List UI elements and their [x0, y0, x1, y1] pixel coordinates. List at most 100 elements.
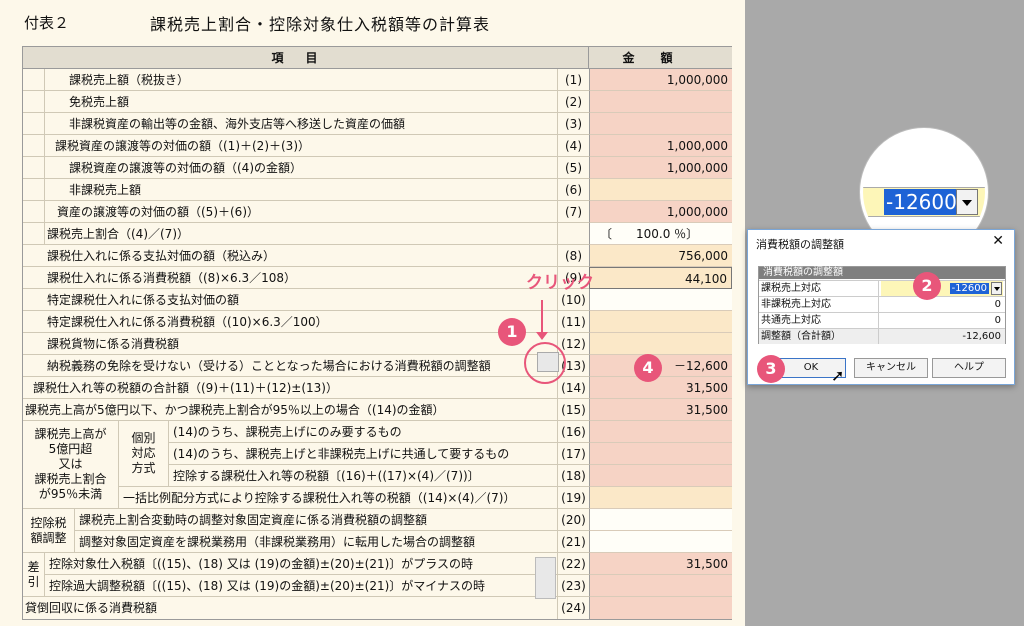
amount-cell: 1,000,000 — [589, 201, 732, 223]
click-annotation: クリック — [526, 273, 594, 293]
chevron-down-icon[interactable] — [991, 282, 1002, 295]
amount-cell[interactable] — [589, 443, 732, 465]
row-label: 一括比例配分方式により控除する課税仕入れ等の税額（(14)×(4)／(7)） — [123, 491, 516, 505]
amount-cell[interactable]: 756,000 — [589, 245, 732, 267]
amount-cell[interactable] — [589, 333, 732, 355]
page-label: 付表２ — [24, 14, 70, 32]
ratio-cell: 〔 100.0 ％〕 — [589, 223, 732, 245]
amount-cell[interactable] — [589, 531, 732, 553]
table-row: 非課税資産の輸出等の金額、海外支店等へ移送した資産の価額 (3) — [23, 113, 589, 135]
adjustment-dialog: 消費税額の調整額 ✕ 消費税額の調整額 課税売上対応 -12600 非課税売上対… — [747, 229, 1015, 385]
row-num: (1) — [557, 69, 589, 91]
dialog-row-taxable: 課税売上対応 -12600 — [759, 280, 1005, 296]
magnified-value: -12600 — [884, 189, 956, 215]
row-label: 調整対象固定資産を課税業務用（非課税業務用）に転用した場合の調整額 — [79, 535, 476, 549]
table-row: (14)のうち、課税売上げと非課税売上げに共通して要するもの (17) — [169, 443, 589, 465]
row-label: 免税売上額 — [69, 95, 130, 109]
row-num: (24) — [557, 597, 589, 619]
table-row: 課税仕入れに係る支払対価の額（税込み） (8) — [23, 245, 589, 267]
row-num: (14) — [557, 377, 589, 399]
dialog-row-nontaxable: 非課税売上対応 0 — [759, 296, 1005, 312]
row-label: 課税資産の譲渡等の対価の額（(4)の金額） — [69, 161, 302, 175]
row-num: (23) — [557, 575, 589, 597]
row-num: (4) — [557, 135, 589, 157]
table-row: 課税売上割合変動時の調整対象固定資産に係る消費税額の調整額 (20) — [75, 509, 589, 531]
header-amount: 金額 — [589, 47, 732, 69]
arrow-down-icon — [536, 300, 548, 340]
table-row: 課税売上割合（(4)／(7)） — [23, 223, 589, 245]
dialog-total-value: -12,600 — [962, 331, 1001, 342]
amount-cell: 31,500 — [589, 399, 732, 421]
amount-cell[interactable] — [589, 179, 732, 201]
table-row: 一括比例配分方式により控除する課税仕入れ等の税額（(14)×(4)／(7)） (1… — [119, 487, 589, 509]
row-label: 課税売上額（税抜き） — [69, 73, 190, 87]
amount-cell[interactable] — [589, 289, 732, 311]
close-icon[interactable]: ✕ — [992, 233, 1004, 249]
row-label: 課税売上割合（(4)／(7)） — [47, 227, 189, 241]
table-row: (14)のうち、課税売上げにのみ要するもの (16) — [169, 421, 589, 443]
dialog-row-label: 共通売上対応 — [761, 313, 879, 328]
block-label: 個別 対応 方式 — [131, 431, 156, 475]
table-row: 資産の譲渡等の対価の額（(5)＋(6)） (7) — [23, 201, 589, 223]
row-label: 特定課税仕入れに係る支払対価の額 — [47, 293, 240, 307]
row-num: (11) — [557, 311, 589, 333]
row-num: (7) — [557, 201, 589, 223]
amount-cell[interactable] — [589, 113, 732, 135]
row-label: (14)のうち、課税売上げと非課税売上げに共通して要するもの — [173, 447, 510, 461]
step-badge-4: 4 — [634, 354, 662, 382]
amount-cell[interactable] — [589, 509, 732, 531]
block-label: 控除税 額調整 — [30, 515, 67, 545]
amount-cell[interactable]: 44,100 — [589, 267, 732, 289]
help-button[interactable]: ヘルプ — [932, 358, 1006, 378]
header-item: 項目 — [23, 47, 589, 69]
row-num: (8) — [557, 245, 589, 267]
row-label: 非課税売上額 — [69, 183, 142, 197]
table-row: 貸倒回収に係る消費税額 (24) — [23, 597, 589, 619]
table-row: 控除対象仕入税額〔((15)、(18) 又は (19)の金額)±(20)±(21… — [45, 553, 589, 575]
table-row: 調整対象固定資産を課税業務用（非課税業務用）に転用した場合の調整額 (21) — [75, 531, 589, 553]
chevron-down-icon — [956, 189, 978, 215]
dialog-value-field[interactable]: 0 — [881, 297, 1003, 312]
dialog-row-label: 課税売上対応 — [761, 281, 879, 296]
row-num: (22) — [557, 553, 589, 575]
row-label: 貸倒回収に係る消費税額 — [25, 601, 158, 615]
difference-toggle[interactable] — [535, 557, 556, 599]
table-row: 非課税売上額 (6) — [23, 179, 589, 201]
row-num: (18) — [557, 465, 589, 487]
row-num: (19) — [557, 487, 589, 509]
table-row: 控除する課税仕入れ等の税額〔(16)＋((17)×(4)／(7))〕 (18) — [169, 465, 589, 487]
dialog-row-total: 調整額（合計額） -12,600 — [759, 328, 1005, 344]
table-row: 課税売上高が5億円以下、かつ課税売上割合が95％以上の場合（(14)の金額） (1… — [23, 399, 589, 421]
row-label: 課税売上高が5億円以下、かつ課税売上割合が95％以上の場合（(14)の金額） — [25, 403, 445, 417]
dialog-value-field[interactable]: 0 — [881, 313, 1003, 328]
row-num: (15) — [557, 399, 589, 421]
amount-cell[interactable]: 1,000,000 — [589, 69, 732, 91]
row-label: 控除する課税仕入れ等の税額〔(16)＋((17)×(4)／(7))〕 — [173, 469, 480, 483]
block-label: 差 引 — [27, 559, 40, 589]
row-label: 課税仕入れ等の税額の合計額（(9)＋(11)＋(12)±(13)） — [33, 381, 338, 395]
row-num: (20) — [557, 509, 589, 531]
row-num: (2) — [557, 91, 589, 113]
step-badge-3: 3 — [757, 355, 785, 383]
amount-cell: 31,500 — [589, 377, 732, 399]
table-row: 特定課税仕入れに係る支払対価の額 (10) — [23, 289, 589, 311]
row-label: 課税仕入れに係る支払対価の額（税込み） — [47, 249, 276, 263]
table-row: 課税仕入れに係る消費税額（(8)×6.3／108） (9) — [23, 267, 589, 289]
row-label: 非課税資産の輸出等の金額、海外支店等へ移送した資産の価額 — [69, 117, 406, 131]
amount-cell[interactable] — [589, 421, 732, 443]
row-num: (6) — [557, 179, 589, 201]
amount-cell[interactable] — [589, 311, 732, 333]
dialog-group: 消費税額の調整額 課税売上対応 -12600 非課税売上対応 0 共通売上対応 … — [758, 266, 1006, 344]
amount-cell[interactable] — [589, 91, 732, 113]
row-label: 控除対象仕入税額〔((15)、(18) 又は (19)の金額)±(20)±(21… — [49, 557, 474, 571]
block-label: 課税売上高が 5億円超 又は 課税売上割合 が95％未満 — [34, 427, 107, 501]
taxable-adjustment-select[interactable]: -12600 — [881, 281, 1003, 296]
step-badge-1: 1 — [498, 318, 526, 346]
row-label: 特定課税仕入れに係る消費税額（(10)×6.3／100） — [47, 315, 328, 329]
row-label: 資産の譲渡等の対価の額（(5)＋(6)） — [57, 205, 259, 219]
row-label: 控除過大調整税額〔((15)、(18) 又は (19)の金額)±(20)±(21… — [49, 579, 486, 593]
table-row: 課税資産の譲渡等の対価の額（(4)の金額） (5) — [23, 157, 589, 179]
row-label: 課税資産の譲渡等の対価の額（(1)＋(2)＋(3)） — [55, 139, 310, 153]
row-num: (21) — [557, 531, 589, 553]
cancel-button[interactable]: キャンセル — [854, 358, 928, 378]
